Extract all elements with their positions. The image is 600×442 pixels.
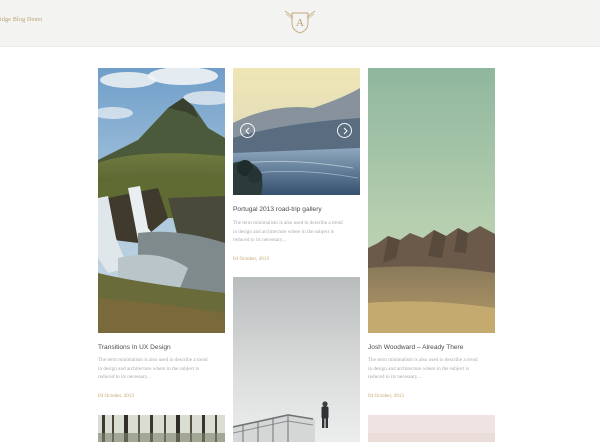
- site-logo[interactable]: A: [283, 9, 317, 35]
- post-date: 04 October, 2013: [368, 393, 404, 399]
- post-card[interactable]: Josh Woodward – Already There The term m…: [368, 68, 495, 402]
- post-excerpt: The term minimalism is also used to desc…: [98, 357, 208, 381]
- gallery-next-button[interactable]: [337, 123, 352, 138]
- chevron-left-icon: [245, 127, 250, 135]
- post-date: 04 October, 2013: [98, 393, 134, 399]
- post-image-mountains[interactable]: [368, 68, 495, 333]
- post-title[interactable]: Portugal 2013 road-trip gallery: [233, 206, 322, 213]
- shield-logo-icon: A: [284, 10, 316, 34]
- post-image-foggy-pier[interactable]: [233, 277, 360, 442]
- logo-letter: A: [296, 17, 304, 29]
- chevron-right-icon: [343, 127, 348, 135]
- gallery-prev-button[interactable]: [240, 123, 255, 138]
- post-card[interactable]: Transitions In UX Design The term minima…: [98, 68, 225, 402]
- post-image-forest[interactable]: [98, 415, 225, 442]
- post-image-pastel[interactable]: [368, 415, 495, 442]
- site-name-link[interactable]: idge Blog Demo: [0, 17, 42, 23]
- post-excerpt: The term minimalism is also used to desc…: [368, 357, 478, 381]
- post-date: 04 October, 2013: [233, 256, 269, 262]
- post-image-waterfall[interactable]: [98, 68, 225, 333]
- post-title[interactable]: Josh Woodward – Already There: [368, 344, 463, 351]
- post-card[interactable]: Portugal 2013 road-trip gallery The term…: [233, 68, 360, 264]
- gallery-slider-image[interactable]: [233, 68, 360, 195]
- post-excerpt: The term minimalism is also used to desc…: [233, 220, 343, 244]
- post-title[interactable]: Transitions In UX Design: [98, 344, 171, 351]
- site-header: idge Blog Demo A: [0, 0, 600, 47]
